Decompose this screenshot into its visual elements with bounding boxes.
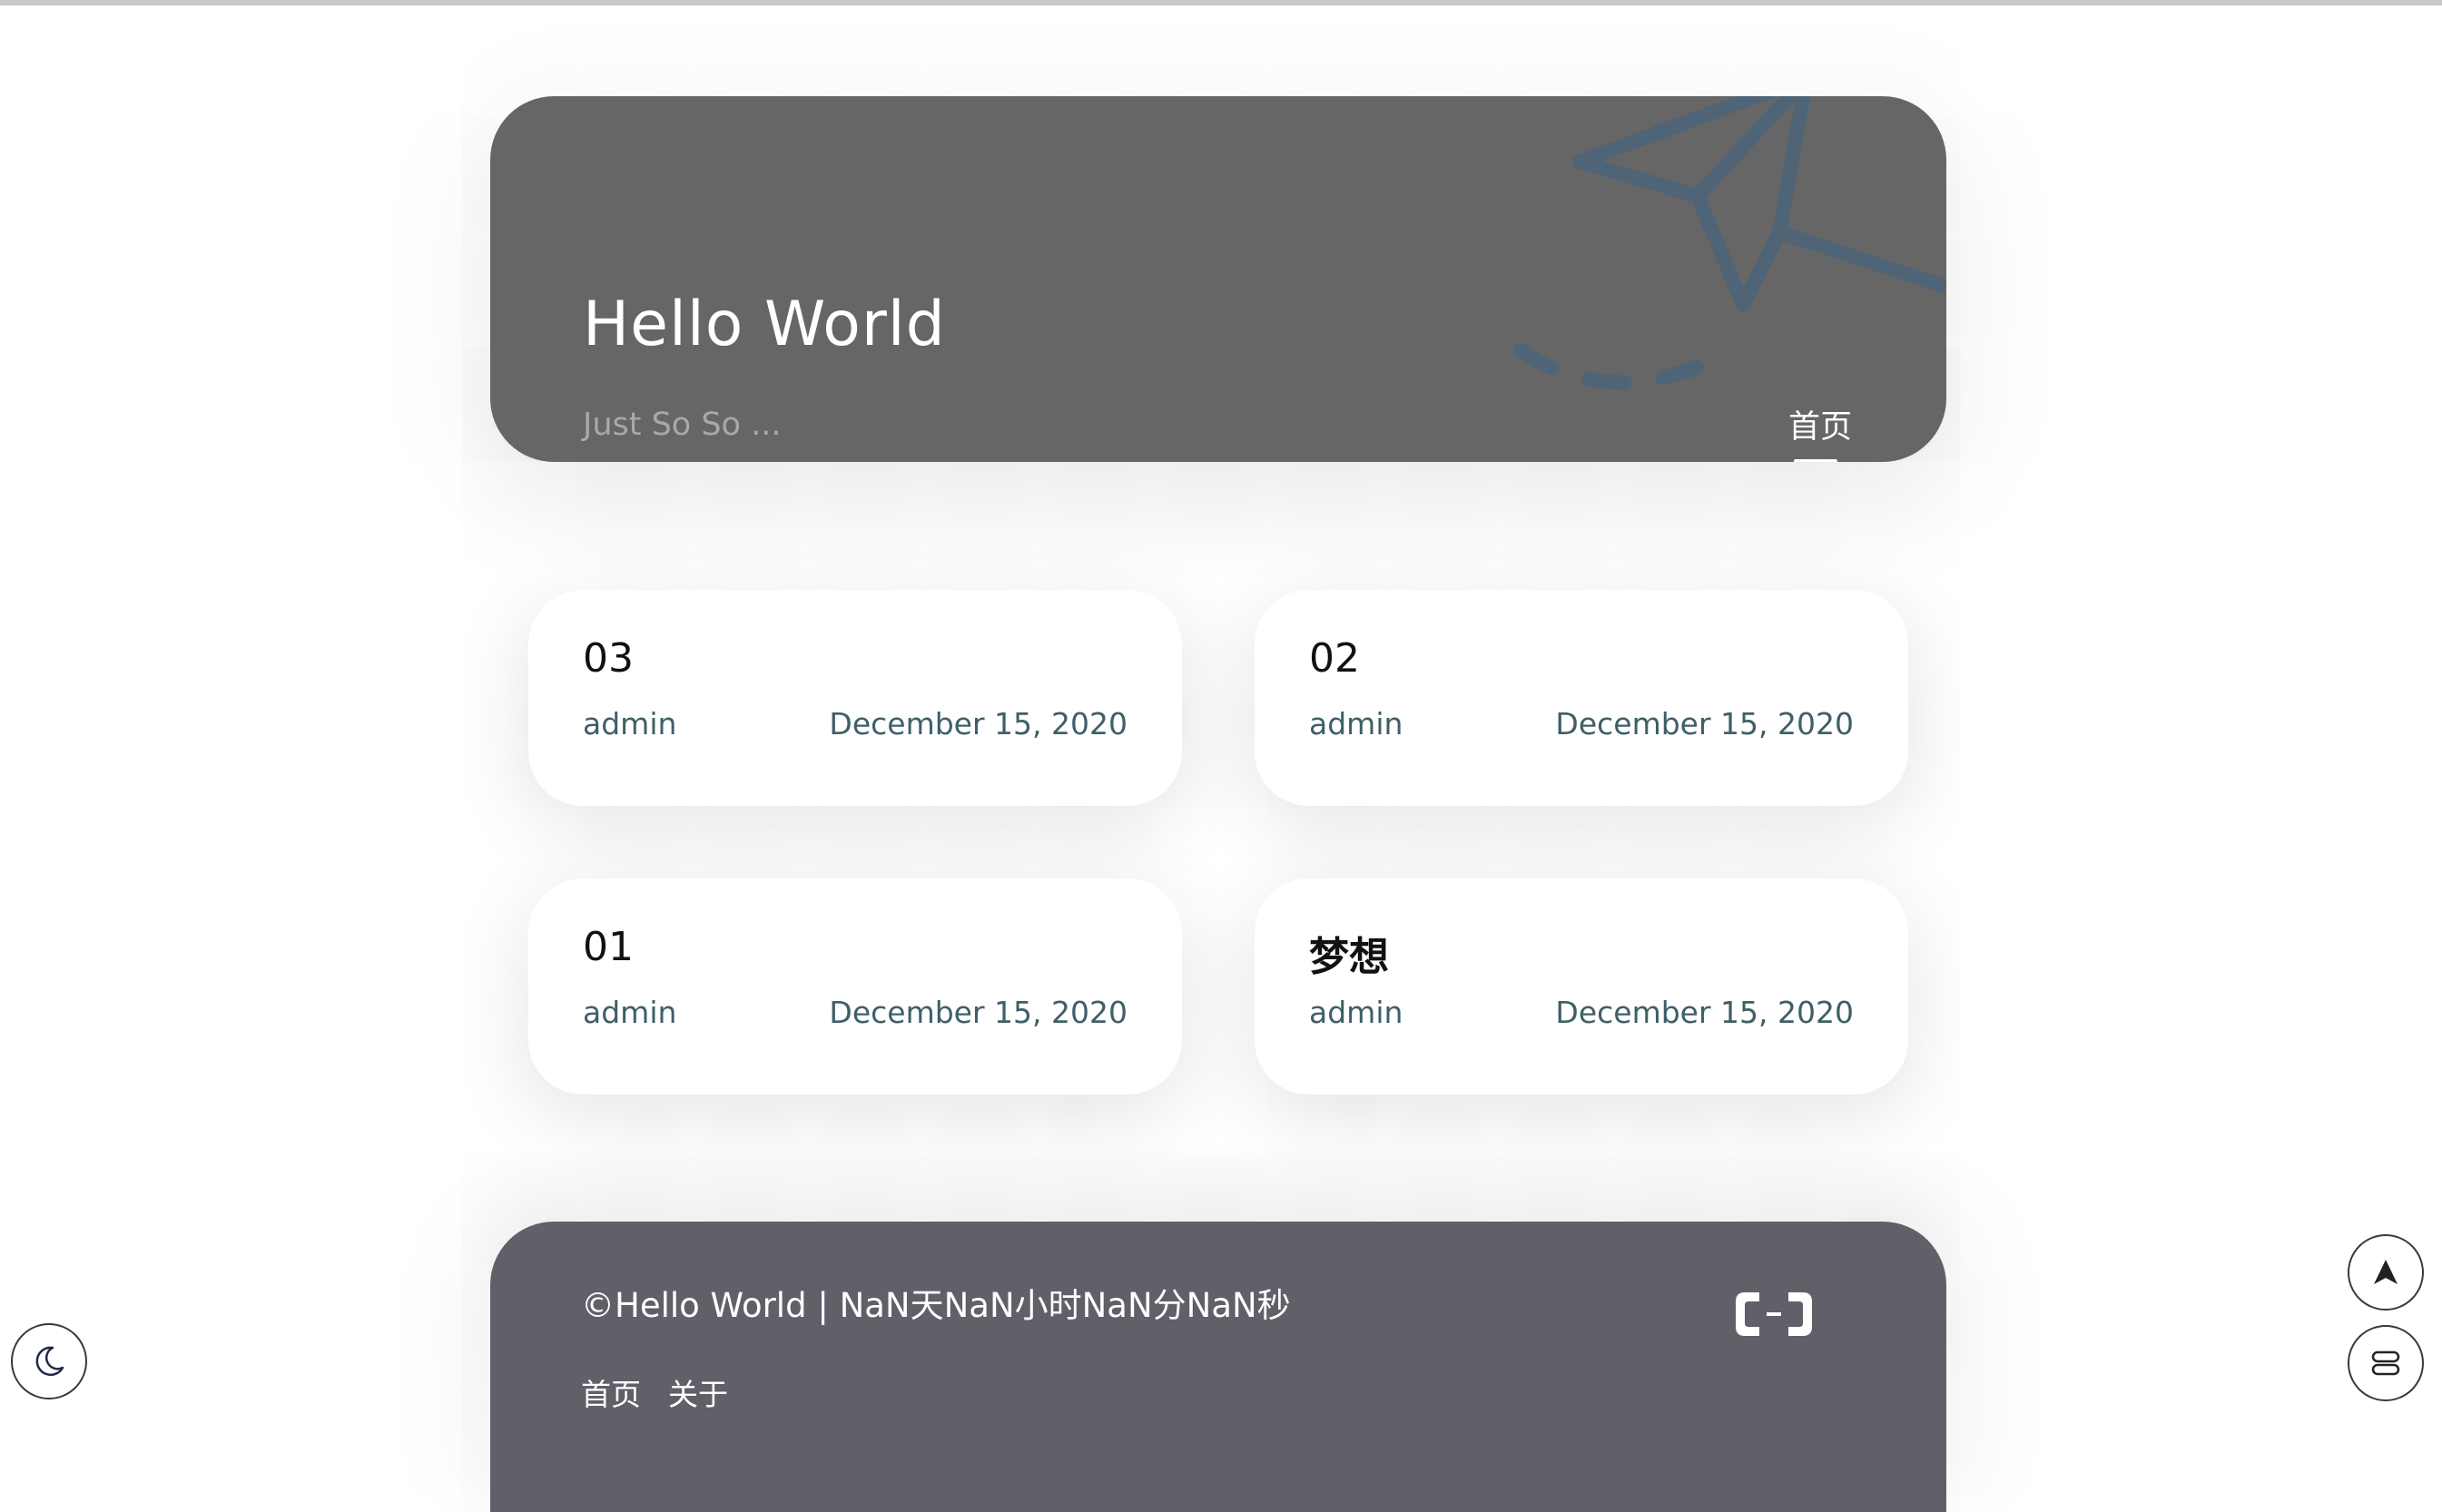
post-card[interactable]: 01 admin December 15, 2020 — [528, 879, 1182, 1095]
nav-home-link[interactable]: 首页 — [1788, 401, 1852, 447]
site-title: Hello World — [583, 289, 946, 360]
site-footer: ©Hello World | NaN天NaN小时NaN分NaN秒 首页 关于 — [490, 1222, 1946, 1512]
post-author: admin — [1309, 706, 1403, 741]
footer-link-home[interactable]: 首页 — [581, 1370, 641, 1414]
post-author: admin — [583, 995, 677, 1030]
post-title[interactable]: 03 — [583, 635, 634, 682]
top-border — [0, 0, 2442, 5]
post-date: December 15, 2020 — [1555, 995, 1854, 1030]
paper-plane-icon — [1513, 96, 1946, 390]
nav-active-indicator — [1794, 459, 1837, 462]
arrow-up-icon — [2374, 1260, 2398, 1284]
post-title[interactable]: 02 — [1309, 635, 1360, 682]
post-card[interactable]: 03 admin December 15, 2020 — [528, 590, 1182, 806]
moon-icon — [35, 1346, 64, 1377]
back-to-top-button[interactable] — [2348, 1234, 2424, 1311]
post-author: admin — [583, 706, 677, 741]
post-title[interactable]: 01 — [583, 924, 634, 970]
footer-copyright: ©Hello World | NaN天NaN小时NaN分NaN秒 — [581, 1286, 1291, 1325]
toc-button[interactable] — [2348, 1325, 2424, 1401]
post-card[interactable]: 梦想 admin December 15, 2020 — [1255, 879, 1908, 1095]
post-author: admin — [1309, 995, 1403, 1030]
footer-nav: 首页 关于 — [581, 1370, 728, 1414]
site-header: Hello World Just So So ... 首页 — [490, 96, 1946, 462]
cloud-logo-icon[interactable] — [1732, 1287, 1816, 1341]
menu-icon — [2371, 1350, 2400, 1376]
post-date: December 15, 2020 — [829, 706, 1127, 741]
post-date: December 15, 2020 — [829, 995, 1127, 1030]
post-card[interactable]: 02 admin December 15, 2020 — [1255, 590, 1908, 806]
dark-mode-toggle[interactable] — [11, 1323, 87, 1399]
site-subtitle: Just So So ... — [583, 407, 782, 443]
footer-link-about[interactable]: 关于 — [668, 1370, 728, 1414]
post-title[interactable]: 梦想 — [1309, 924, 1389, 982]
post-date: December 15, 2020 — [1555, 706, 1854, 741]
